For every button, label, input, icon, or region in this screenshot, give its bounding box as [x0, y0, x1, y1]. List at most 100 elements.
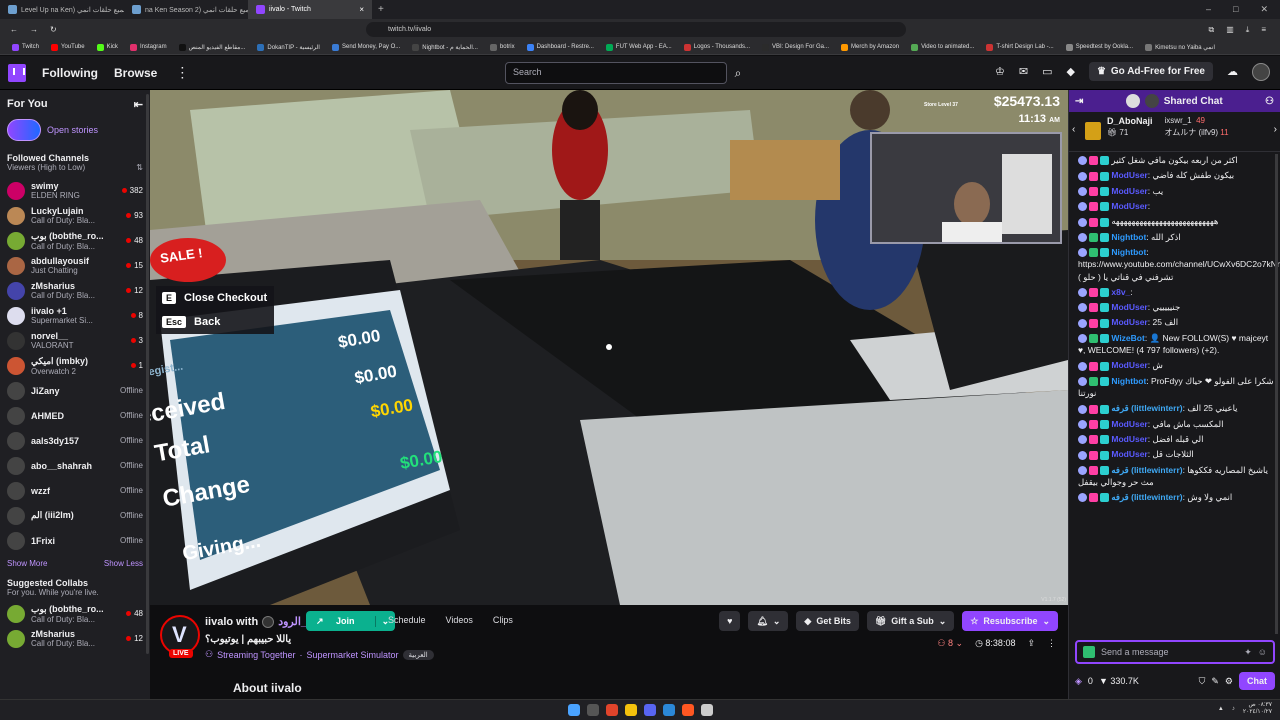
bits-icon[interactable]: ◆ [1066, 65, 1074, 78]
gift-sub-button[interactable]: 🎁︎ Gift a Sub ⌄ [866, 611, 955, 631]
maximize-icon[interactable]: □ [1233, 4, 1238, 15]
points-icon[interactable]: ◈ [1075, 676, 1082, 687]
bookmark-item[interactable]: Video to animated... [905, 43, 980, 51]
chat-username[interactable]: ModUser [1111, 419, 1147, 429]
bookmark-item[interactable]: Speedtest by Ookla... [1060, 43, 1139, 51]
close-tab-icon[interactable]: × [359, 5, 364, 14]
collapse-chat-icon[interactable]: ⇥ [1075, 96, 1083, 107]
url-field[interactable]: twitch.tv/iivalo [366, 22, 906, 37]
app-icon[interactable] [681, 704, 694, 716]
followed-channel-item[interactable]: بوب (bobthe_ro... Call of Duty: Bla... 48 [0, 228, 150, 253]
minimize-icon[interactable]: – [1206, 4, 1211, 15]
bookmark-item[interactable]: Merch by Amazon [835, 43, 905, 51]
chat-username[interactable]: Nightbot [1111, 376, 1146, 386]
bookmark-item[interactable]: Kimetsu no Yaiba انمي [1139, 43, 1221, 51]
language-tag[interactable]: العربية [402, 649, 434, 660]
close-checkout-hint[interactable]: E Close Checkout [156, 286, 274, 310]
offline-channel-item[interactable]: JiZany Offline [0, 378, 150, 403]
bookmark-item[interactable]: مقاطع الفيديو المنص... [173, 43, 252, 51]
offline-channel-item[interactable]: الم (iii2lm) Offline [0, 503, 150, 528]
close-window-icon[interactable]: ✕ [1260, 4, 1268, 15]
ad-free-button[interactable]: ♛ Go Ad-Free for Free [1088, 62, 1213, 81]
back-hint[interactable]: Esc Back [156, 310, 274, 334]
chat-username[interactable]: ModUser [1111, 186, 1147, 196]
search-icon[interactable] [586, 704, 599, 716]
app-icon[interactable] [662, 704, 675, 716]
brave-icon[interactable] [605, 704, 618, 716]
menu-icon[interactable]: ≡ [1261, 25, 1266, 35]
chat-username[interactable]: ModUser [1111, 360, 1147, 370]
pencil-icon[interactable]: ✎ [1211, 676, 1219, 687]
inbox-icon[interactable]: ✉ [1019, 65, 1028, 78]
bookmark-item[interactable]: Kick [91, 43, 124, 51]
chat-scrollbar[interactable] [1275, 154, 1278, 634]
offline-channel-item[interactable]: 1Frixi Offline [0, 528, 150, 553]
followed-channel-item[interactable]: swimy ELDEN RING 382 [0, 178, 150, 203]
suggested-collab-item[interactable]: بوب (bobthe_ro... Call of Duty: Bla... 48 [0, 601, 150, 626]
streaming-together-link[interactable]: Streaming Together [217, 650, 295, 660]
bits-balance[interactable]: ▼ 330.7K [1099, 676, 1139, 686]
cohost-avatar[interactable] [262, 615, 275, 628]
followed-channel-item[interactable]: zMsharius Call of Duty: Bla... 12 [0, 278, 150, 303]
browse-link[interactable]: Browse [114, 66, 157, 80]
suggested-collab-item[interactable]: zMsharius Call of Duty: Bla... 12 [0, 626, 150, 651]
whispers-icon[interactable]: ▭ [1042, 65, 1052, 78]
bookmark-item[interactable]: YouTube [45, 43, 91, 51]
collapse-sidebar-icon[interactable]: ⇤ [134, 98, 143, 111]
cloud-icon[interactable]: ☁ [1227, 65, 1238, 78]
shield-icon[interactable]: ⛉ [1199, 676, 1206, 687]
notifications-button[interactable]: 🔔︎ ⌄ [748, 611, 789, 631]
sidebar-scrollbar[interactable] [146, 94, 149, 654]
gifter-2[interactable]: ixswr_1 49 [1165, 116, 1229, 125]
bits-cheer-icon[interactable]: ✦ [1244, 647, 1252, 658]
game-category-link[interactable]: Supermarket Simulator [306, 650, 398, 660]
show-more-link[interactable]: Show More [7, 559, 47, 568]
start-icon[interactable] [567, 704, 580, 716]
open-stories-button[interactable]: Open stories [0, 111, 150, 149]
tab-clips[interactable]: Clips [493, 615, 513, 625]
chat-username[interactable]: Nightbot [1111, 247, 1146, 257]
followed-channel-item[interactable]: abdullayousif Just Chatting 15 [0, 253, 150, 278]
discord-icon[interactable] [643, 704, 656, 716]
chevron-left-icon[interactable]: ‹ [1072, 124, 1075, 135]
bookmark-item[interactable]: Twitch [6, 43, 45, 51]
chat-send-button[interactable]: Chat [1239, 672, 1275, 690]
more-menu-icon[interactable]: ⋮ [175, 64, 189, 81]
offline-channel-item[interactable]: wzzf Offline [0, 478, 150, 503]
followed-channel-item[interactable]: LuckyLujain Call of Duty: Bla... 93 [0, 203, 150, 228]
chat-username[interactable]: قرفه (littlewinterr) [1111, 403, 1182, 413]
bookmark-item[interactable]: Send Money, Pay O... [326, 43, 406, 51]
followed-channel-item[interactable]: norvel__ VALORANT 3 [0, 328, 150, 353]
offline-channel-item[interactable]: abo__shahrah Offline [0, 453, 150, 478]
get-bits-button[interactable]: ◆ Get Bits [796, 611, 859, 631]
gear-icon[interactable]: ⚙ [1225, 676, 1233, 687]
tab-videos[interactable]: Videos [446, 615, 473, 625]
bookmark-item[interactable]: botrix [484, 43, 521, 51]
extensions-icon[interactable]: ⧉ [1209, 25, 1215, 35]
chat-username[interactable]: ModUser [1111, 170, 1147, 180]
chat-username[interactable]: WizeBot [1111, 333, 1144, 343]
tab-schedule[interactable]: Schedule [388, 615, 426, 625]
chrome-icon[interactable] [624, 704, 637, 716]
chat-username[interactable]: Nightbot [1111, 232, 1146, 242]
top-gifter-name[interactable]: D_AboNaji [1107, 116, 1153, 126]
show-less-link[interactable]: Show Less [104, 559, 143, 568]
badge-icon[interactable] [1083, 646, 1095, 658]
offline-channel-item[interactable]: AHMED Offline [0, 403, 150, 428]
back-icon[interactable]: ← [10, 25, 18, 34]
user-avatar[interactable] [1252, 62, 1270, 81]
bookmark-item[interactable]: VBI: Design For Ga... [756, 43, 835, 51]
chat-username[interactable]: قرفه (littlewinterr) [1111, 492, 1182, 502]
resubscribe-button[interactable]: ☆ Resubscribe ⌄ [962, 611, 1058, 631]
bookmark-item[interactable]: FUT Web App - EA... [600, 43, 678, 51]
join-button[interactable]: ↗ Join ⌄ [306, 611, 396, 631]
users-icon[interactable]: ⚇ [1265, 96, 1274, 107]
sort-icon[interactable]: ⇅ [136, 163, 143, 172]
chat-username[interactable]: قرفه (littlewinterr) [1111, 465, 1182, 475]
bookmark-item[interactable]: Logos - Thousands... [678, 43, 756, 51]
search-icon[interactable]: ⌕ [727, 62, 749, 84]
downloads-icon[interactable]: ⤓ [1246, 25, 1250, 35]
bookmark-item[interactable]: Dashboard - Restre... [521, 43, 600, 51]
app-icon[interactable] [700, 704, 713, 716]
chat-username[interactable]: ModUser [1111, 201, 1147, 211]
